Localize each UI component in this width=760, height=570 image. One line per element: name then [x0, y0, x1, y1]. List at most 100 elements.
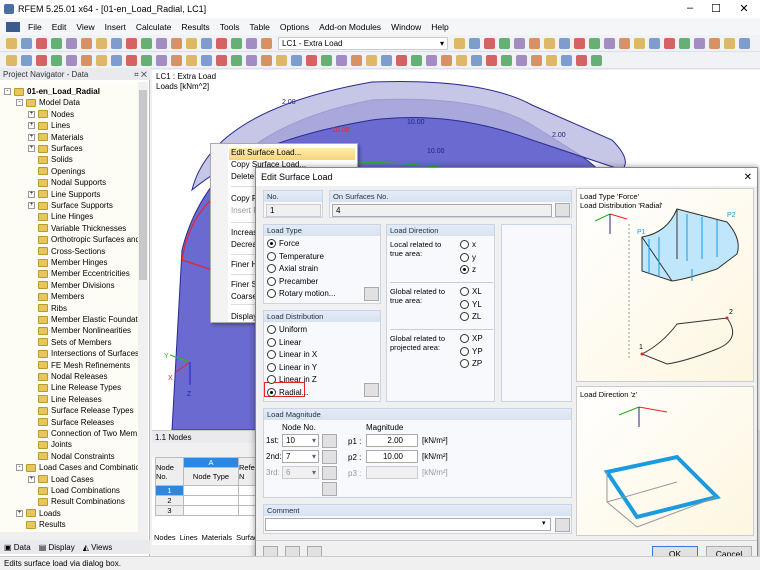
toolbar-icon[interactable] [186, 38, 197, 49]
toolbar-icon[interactable] [679, 38, 690, 49]
toolbar-icon[interactable] [246, 38, 257, 49]
pick-node-button[interactable] [322, 466, 337, 480]
menu-options[interactable]: Options [280, 22, 309, 32]
toolbar-icon[interactable] [81, 38, 92, 49]
toolbar-icon[interactable] [171, 55, 182, 66]
magnitude-input[interactable] [366, 466, 418, 479]
toolbar-icon[interactable] [246, 55, 257, 66]
tree-item[interactable]: Member Eccentricities [28, 268, 130, 279]
swap-nodes-button[interactable] [322, 482, 337, 496]
toolbar-icon[interactable] [276, 55, 287, 66]
collapse-icon[interactable]: - [4, 88, 11, 95]
pick-node-button[interactable] [322, 434, 337, 448]
tree-item[interactable]: Line Releases [28, 394, 102, 405]
tree-item[interactable]: +Lines [28, 120, 70, 131]
tree-item[interactable]: Member Elastic Foundati [28, 314, 138, 325]
close-icon[interactable]: ⌗ ✕ [134, 70, 147, 80]
menu-results[interactable]: Results [181, 22, 209, 32]
tree-item[interactable]: Load Combinations [28, 485, 120, 496]
collapse-icon[interactable]: - [16, 99, 23, 106]
toolbar-icon[interactable] [471, 55, 482, 66]
toolbar-icon[interactable] [336, 55, 347, 66]
toolbar-icon[interactable] [201, 38, 212, 49]
toolbar-icon[interactable] [21, 38, 32, 49]
tree-item[interactable]: Line Release Types [28, 382, 121, 393]
table-row[interactable]: 1 [156, 486, 262, 496]
toolbar-icon[interactable] [96, 38, 107, 49]
toolbar-icon[interactable] [544, 38, 555, 49]
tree-item[interactable]: +Surfaces [28, 143, 83, 154]
load-case-select[interactable]: LC1 - Extra Load▾ [278, 37, 448, 50]
close-button[interactable]: ✕ [730, 2, 758, 15]
menu-edit[interactable]: Edit [52, 22, 67, 32]
toolbar-icon[interactable] [516, 55, 527, 66]
tree-item[interactable]: Sets of Members [28, 337, 111, 348]
tree-item[interactable]: +Line Supports [28, 189, 100, 200]
tree-item[interactable]: -Model Data [16, 97, 80, 108]
tree-item[interactable]: +Loads [16, 508, 61, 519]
tree-item[interactable]: -Load Cases and Combinatio [16, 462, 138, 473]
toolbar-icon[interactable] [6, 55, 17, 66]
toolbar-icon[interactable] [126, 55, 137, 66]
tree-item[interactable]: -01-en_Load_Radial [4, 86, 100, 97]
tree-item[interactable]: Member Nonlinearities [28, 325, 131, 336]
tab-display[interactable]: ▤ Display [39, 543, 75, 552]
tree-item[interactable]: Result Combinations [28, 496, 125, 507]
toolbar-icon[interactable] [216, 38, 227, 49]
toolbar-icon[interactable] [619, 38, 630, 49]
menu-add-on-modules[interactable]: Add-on Modules [319, 22, 381, 32]
toolbar-icon[interactable] [591, 55, 602, 66]
load-direction-radio[interactable]: YL [460, 300, 482, 309]
menu-help[interactable]: Help [431, 22, 448, 32]
load-distribution-radio[interactable]: Uniform [267, 325, 307, 334]
tree-item[interactable]: Solids [28, 154, 73, 165]
expand-icon[interactable]: + [28, 476, 35, 483]
load-direction-radio[interactable]: ZL [460, 312, 481, 321]
toolbar-icon[interactable] [411, 55, 422, 66]
menu-file[interactable]: File [28, 22, 42, 32]
tree-item[interactable]: Members [28, 291, 84, 302]
toolbar-icon[interactable] [484, 38, 495, 49]
toolbar-icon[interactable] [469, 38, 480, 49]
toolbar-icon[interactable] [291, 55, 302, 66]
toolbar-icon[interactable] [96, 55, 107, 66]
load-direction-radio[interactable]: XP [460, 334, 483, 343]
tree-item[interactable]: Joints [28, 439, 72, 450]
context-menu-item[interactable]: Edit Surface Load... [229, 148, 355, 160]
expand-icon[interactable]: + [28, 191, 35, 198]
maximize-button[interactable]: ☐ [702, 2, 730, 15]
toolbar-icon[interactable] [171, 38, 182, 49]
radial-settings-button[interactable] [364, 383, 379, 397]
pick-surface-button[interactable] [555, 203, 570, 217]
tree-item[interactable]: Openings [28, 166, 85, 177]
load-distribution-radio[interactable]: Linear [267, 338, 301, 347]
load-type-radio[interactable]: Temperature [267, 252, 324, 261]
load-distribution-radio[interactable]: Linear in Z [267, 375, 317, 384]
toolbar-icon[interactable] [709, 38, 720, 49]
toolbar-icon[interactable] [604, 38, 615, 49]
load-direction-radio[interactable]: ZP [460, 359, 482, 368]
toolbar-icon[interactable] [559, 38, 570, 49]
tree-item[interactable]: Member Divisions [28, 280, 115, 291]
comment-input[interactable] [265, 518, 551, 531]
table-row[interactable]: 3 [156, 506, 262, 516]
on-surfaces-field[interactable]: 4 [332, 204, 552, 217]
toolbar-icon[interactable] [321, 55, 332, 66]
pick-node-button[interactable] [322, 450, 337, 464]
dialog-close-button[interactable]: ✕ [744, 172, 752, 183]
toolbar-icon[interactable] [576, 55, 587, 66]
tree-item[interactable]: Surface Releases [28, 417, 114, 428]
tree-item[interactable]: Nodal Constraints [28, 451, 115, 462]
toolbar-icon[interactable] [381, 55, 392, 66]
tree-item[interactable]: +Load Cases [28, 474, 94, 485]
expand-icon[interactable]: + [16, 510, 23, 517]
toolbar-icon[interactable] [111, 55, 122, 66]
menu-table[interactable]: Table [250, 22, 270, 32]
tab-data[interactable]: ▣ Data [4, 543, 31, 552]
load-direction-radio[interactable]: YP [460, 347, 483, 356]
tree-item[interactable]: Intersections of Surfaces [28, 348, 138, 359]
toolbar-icon[interactable] [51, 55, 62, 66]
magnitude-input[interactable]: 10.00 [366, 450, 418, 463]
toolbar-icon[interactable] [261, 38, 272, 49]
toolbar-icon[interactable] [36, 55, 47, 66]
